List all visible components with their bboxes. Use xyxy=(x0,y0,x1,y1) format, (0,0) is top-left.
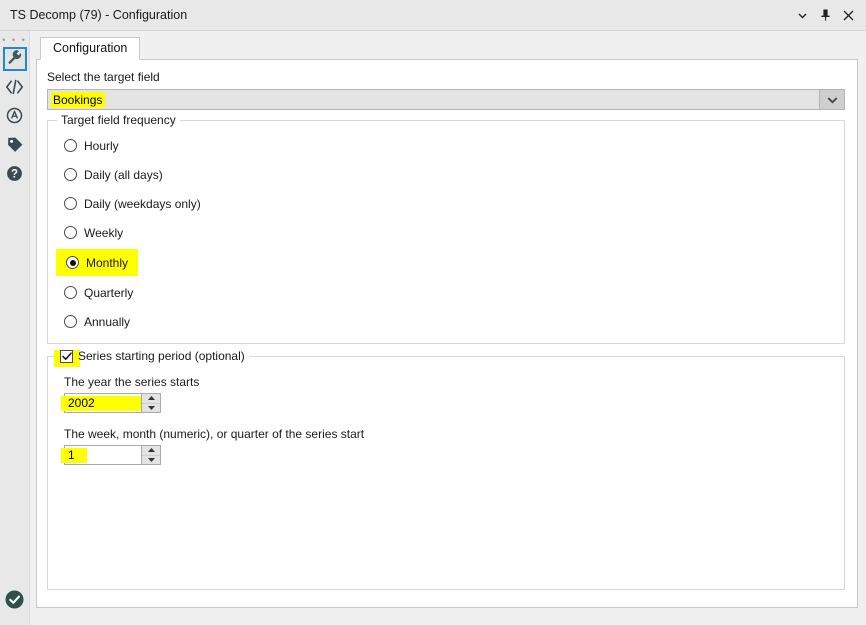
pin-icon[interactable] xyxy=(818,8,832,22)
radio-mark-weekly xyxy=(64,226,77,239)
radio-mark-annually xyxy=(64,315,77,328)
radio-label-daily-weekdays-only: Daily (weekdays only) xyxy=(84,197,201,211)
tab-strip: Configuration xyxy=(36,37,858,60)
window-title: TS Decomp (79) - Configuration xyxy=(10,8,795,22)
radio-mark-quarterly xyxy=(64,286,77,299)
period-value: 1 xyxy=(68,448,75,462)
left-icon-rail: • • • xyxy=(0,31,30,625)
sidebar-status[interactable] xyxy=(0,590,29,612)
radio-daily-all-days[interactable]: Daily (all days) xyxy=(64,164,163,185)
compass-icon xyxy=(6,107,23,127)
radio-label-weekly: Weekly xyxy=(84,226,123,240)
svg-text:?: ? xyxy=(11,169,18,181)
main-content: Configuration Select the target field Bo… xyxy=(30,31,866,625)
radio-mark-daily-weekdays-only xyxy=(64,197,77,210)
tag-icon xyxy=(6,136,24,157)
period-spinner-up-icon[interactable] xyxy=(142,446,160,455)
radio-mark-monthly xyxy=(66,256,79,269)
rail-grip-dots: • • • xyxy=(2,36,26,44)
series-start-groupbox: Series starting period (optional) The ye… xyxy=(47,356,845,590)
series-start-title-row: Series starting period (optional) xyxy=(57,349,249,363)
frequency-groupbox-title: Target field frequency xyxy=(57,113,180,127)
radio-label-annually: Annually xyxy=(84,315,130,329)
target-field-label: Select the target field xyxy=(47,70,845,84)
period-spinner[interactable]: 1 xyxy=(64,445,161,465)
radio-label-hourly: Hourly xyxy=(84,139,119,153)
radio-weekly[interactable]: Weekly xyxy=(64,222,123,243)
radio-hourly[interactable]: Hourly xyxy=(64,135,119,156)
radio-mark-hourly xyxy=(64,139,77,152)
close-icon[interactable] xyxy=(841,8,855,22)
window-body: • • • xyxy=(0,31,866,625)
target-field-value-wrap: Bookings xyxy=(48,90,819,109)
sidebar-item-description[interactable]: ? xyxy=(3,163,27,187)
window-controls xyxy=(795,8,860,22)
tab-configuration[interactable]: Configuration xyxy=(40,37,140,60)
year-value: 2002 xyxy=(68,396,95,410)
radio-monthly[interactable]: Monthly xyxy=(64,251,130,274)
series-start-checkbox[interactable] xyxy=(60,350,73,363)
period-spinner-down-icon[interactable] xyxy=(142,455,160,465)
year-spinner[interactable]: 2002 xyxy=(64,393,161,413)
year-field-label: The year the series starts xyxy=(64,375,834,389)
target-field-combobox[interactable]: Bookings xyxy=(47,89,845,110)
series-start-body: The year the series starts 2002 xyxy=(48,357,844,489)
radio-daily-weekdays-only[interactable]: Daily (weekdays only) xyxy=(64,193,201,214)
help-icon: ? xyxy=(6,165,23,185)
ok-status-icon xyxy=(5,590,24,612)
radio-label-monthly: Monthly xyxy=(86,256,128,270)
target-field-value: Bookings xyxy=(51,92,105,108)
radio-annually[interactable]: Annually xyxy=(64,311,130,332)
year-value-wrap[interactable]: 2002 xyxy=(65,394,141,412)
sidebar-item-job-manager[interactable] xyxy=(3,105,27,129)
radio-mark-daily-all-days xyxy=(64,168,77,181)
sidebar-item-memory-policy[interactable] xyxy=(3,134,27,158)
year-spinner-down-icon[interactable] xyxy=(142,403,160,413)
period-field-label: The week, month (numeric), or quarter of… xyxy=(64,427,834,441)
radio-label-quarterly: Quarterly xyxy=(84,286,133,300)
series-start-label: Series starting period (optional) xyxy=(78,349,245,363)
period-value-wrap[interactable]: 1 xyxy=(65,446,141,464)
radio-label-daily-all-days: Daily (all days) xyxy=(84,168,163,182)
configuration-panel: Select the target field Bookings Target … xyxy=(36,60,858,608)
year-spinner-buttons xyxy=(141,394,160,412)
wrench-icon xyxy=(6,49,23,69)
frequency-options: Hourly Daily (all days) Daily (weekdays … xyxy=(48,121,844,344)
combobox-chevron-down-icon[interactable] xyxy=(819,90,844,109)
code-brackets-icon xyxy=(5,79,24,98)
year-spinner-up-icon[interactable] xyxy=(142,394,160,403)
radio-quarterly[interactable]: Quarterly xyxy=(64,282,133,303)
period-spinner-buttons xyxy=(141,446,160,464)
sidebar-item-configuration[interactable] xyxy=(3,47,27,71)
sidebar-item-flow-variables[interactable] xyxy=(3,76,27,100)
frequency-groupbox: Target field frequency Hourly Daily (all… xyxy=(47,120,845,344)
chevron-down-icon[interactable] xyxy=(795,8,809,22)
window-titlebar: TS Decomp (79) - Configuration xyxy=(0,0,866,31)
